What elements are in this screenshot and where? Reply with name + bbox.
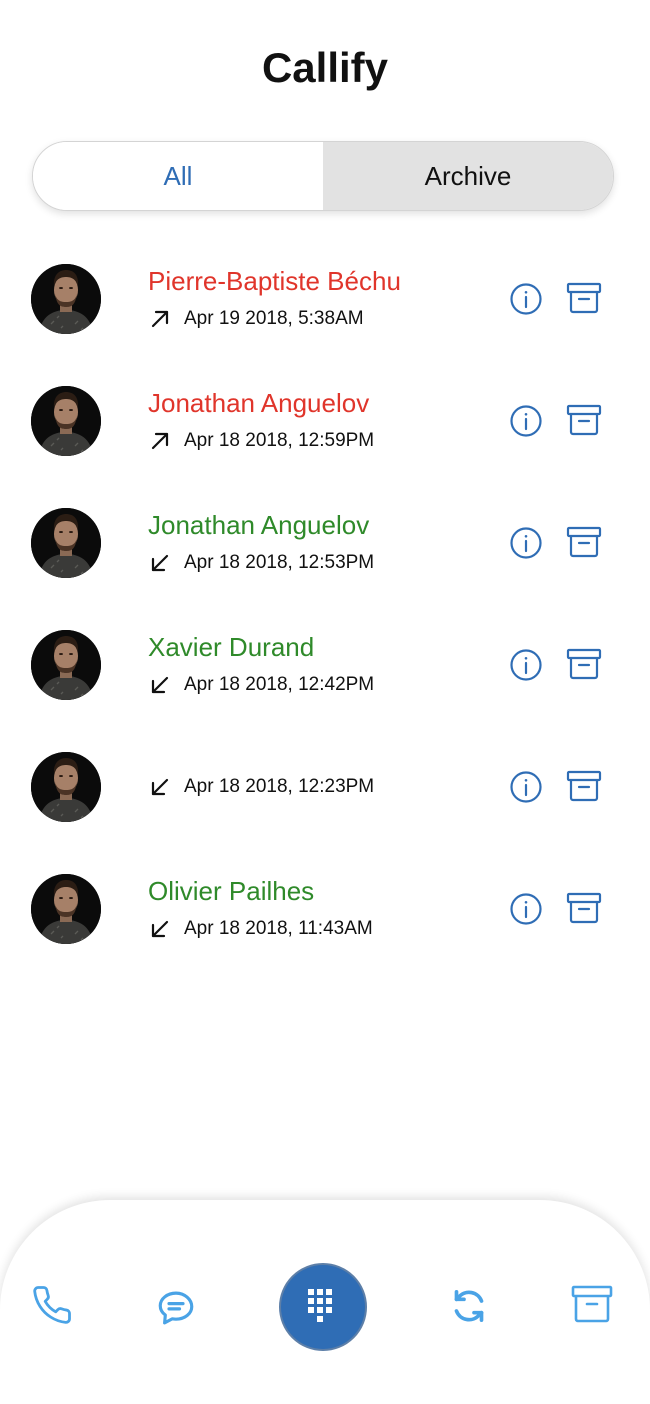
call-row[interactable]: Apr 18 2018, 12:23PM	[0, 730, 650, 852]
archive-box-icon	[566, 282, 602, 314]
call-meta: Apr 19 2018, 5:38AM	[148, 306, 364, 332]
call-datetime: Apr 18 2018, 12:42PM	[184, 674, 375, 695]
call-row[interactable]: Jonathan Anguelov Apr 18 2018, 12:53PM	[0, 486, 650, 608]
archive-box-icon	[566, 404, 602, 436]
call-meta: Apr 18 2018, 12:53PM	[148, 550, 374, 576]
archive-call-button[interactable]	[566, 890, 602, 926]
phone-icon	[33, 1286, 71, 1324]
info-icon	[510, 405, 542, 437]
call-row[interactable]: Olivier Pailhes Apr 18 2018, 11:43AM	[0, 852, 650, 974]
call-meta: Apr 18 2018, 12:42PM	[148, 672, 374, 698]
call-datetime: Apr 18 2018, 12:23PM	[184, 776, 375, 797]
nav-calls-button[interactable]	[31, 1284, 73, 1326]
info-icon	[510, 771, 542, 803]
call-info-button[interactable]	[509, 648, 543, 682]
arrow-down-left-icon	[151, 778, 169, 796]
avatar	[31, 264, 101, 334]
sync-icon	[454, 1290, 484, 1322]
arrow-down-left-icon	[151, 920, 169, 938]
avatar	[31, 386, 101, 456]
archive-call-button[interactable]	[566, 646, 602, 682]
app-screen: Callify All Archive Pierre-Baptiste Béch…	[0, 0, 650, 1404]
info-icon	[510, 649, 542, 681]
call-info-button[interactable]	[509, 404, 543, 438]
contact-name: Jonathan Anguelov	[148, 388, 370, 418]
arrow-up-right-icon	[151, 310, 169, 328]
contact-name: Pierre-Baptiste Béchu	[148, 266, 401, 296]
call-row[interactable]: Jonathan Anguelov Apr 18 2018, 12:59PM	[0, 364, 650, 486]
nav-archive-button[interactable]	[570, 1284, 614, 1324]
contact-name: Jonathan Anguelov	[148, 510, 370, 540]
archive-call-button[interactable]	[566, 768, 602, 804]
nav-sync-button[interactable]	[449, 1286, 489, 1326]
archive-box-icon	[566, 648, 602, 680]
call-history-list: Pierre-Baptiste Béchu Apr 19 2018, 5:38A…	[0, 242, 650, 974]
info-icon	[510, 283, 542, 315]
nav-dialpad-button[interactable]	[279, 1263, 367, 1351]
arrow-down-left-icon	[151, 676, 169, 694]
call-datetime: Apr 18 2018, 12:59PM	[184, 430, 375, 451]
avatar	[31, 508, 101, 578]
archive-box-icon	[566, 526, 602, 558]
filter-segmented-control: All Archive	[32, 141, 614, 211]
archive-call-button[interactable]	[566, 280, 602, 316]
nav-messages-button[interactable]	[155, 1287, 197, 1329]
call-datetime: Apr 18 2018, 11:43AM	[184, 918, 373, 939]
arrow-up-right-icon	[151, 432, 169, 450]
archive-call-button[interactable]	[566, 402, 602, 438]
call-meta: Apr 18 2018, 11:43AM	[148, 916, 373, 942]
tab-archive[interactable]: Archive	[323, 142, 613, 210]
avatar	[31, 752, 101, 822]
tab-all[interactable]: All	[33, 142, 323, 210]
call-info-button[interactable]	[509, 282, 543, 316]
arrow-down-left-icon	[151, 554, 169, 572]
chat-bubble-icon	[158, 1291, 194, 1325]
call-meta: Apr 18 2018, 12:23PM	[148, 774, 374, 800]
call-info-button[interactable]	[509, 892, 543, 926]
info-icon	[510, 893, 542, 925]
app-title: Callify	[261, 44, 389, 91]
dialpad-icon	[308, 1289, 332, 1322]
call-meta: Apr 18 2018, 12:59PM	[148, 428, 374, 454]
contact-name: Xavier Durand	[148, 632, 315, 662]
avatar	[31, 630, 101, 700]
contact-name: Olivier Pailhes	[148, 876, 315, 906]
archive-box-icon	[566, 770, 602, 802]
archive-call-button[interactable]	[566, 524, 602, 560]
info-icon	[510, 527, 542, 559]
call-info-button[interactable]	[509, 526, 543, 560]
avatar	[31, 874, 101, 944]
call-row[interactable]: Pierre-Baptiste Béchu Apr 19 2018, 5:38A…	[0, 242, 650, 364]
call-info-button[interactable]	[509, 770, 543, 804]
call-datetime: Apr 18 2018, 12:53PM	[184, 552, 375, 573]
archive-box-icon	[566, 892, 602, 924]
call-datetime: Apr 19 2018, 5:38AM	[184, 308, 364, 329]
archive-box-icon	[571, 1285, 613, 1323]
call-row[interactable]: Xavier Durand Apr 18 2018, 12:42PM	[0, 608, 650, 730]
